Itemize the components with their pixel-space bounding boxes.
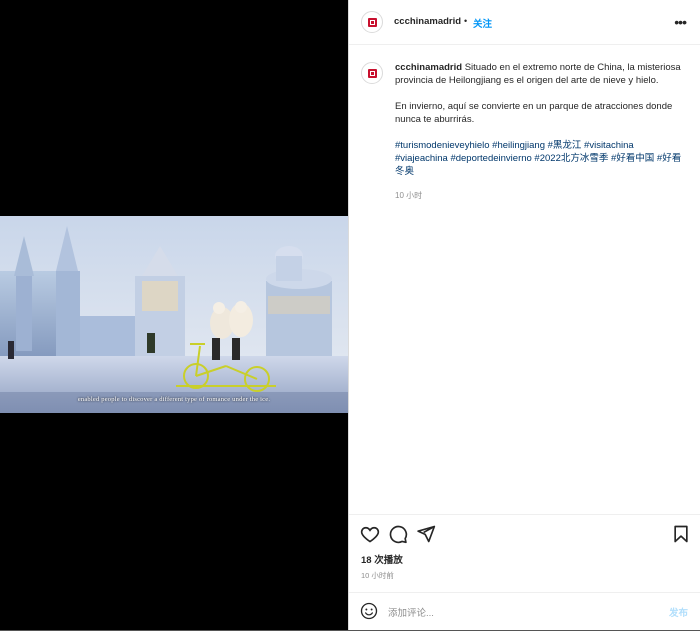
heart-icon[interactable]: [360, 524, 380, 544]
caption-paragraph-1: ccchinamadrid Situado en el extremo nort…: [395, 61, 687, 87]
post-header: ccchinamadrid • 关注 •••: [349, 0, 700, 45]
post-sidebar: ccchinamadrid • 关注 ••• ccchinamadrid Sit…: [348, 0, 700, 630]
caption-text-2: En invierno, aquí se convierte en un par…: [395, 101, 673, 125]
post-modal: enabled people to discover a different t…: [0, 0, 700, 630]
video-frame: [0, 216, 348, 413]
action-bar: [349, 514, 700, 551]
emoji-icon[interactable]: [360, 602, 378, 620]
post-time: 10 小时前: [361, 571, 394, 580]
hashtags[interactable]: #turismodenieveyhielo #heilingjiang #黑龙江…: [395, 139, 687, 178]
comment-input[interactable]: 添加评论...: [388, 605, 434, 619]
video-subtitle: enabled people to discover a different t…: [77, 396, 271, 403]
follow-button[interactable]: 关注: [473, 16, 492, 30]
caption-time: 10 小时: [395, 191, 423, 200]
caption: ccchinamadrid Situado en el extremo nort…: [395, 61, 687, 202]
more-options-icon[interactable]: •••: [674, 14, 687, 30]
share-icon[interactable]: [416, 524, 436, 544]
media-panel: enabled people to discover a different t…: [0, 0, 348, 630]
comment-bar: 添加评论... 发布: [349, 592, 700, 631]
post-comment-button[interactable]: 发布: [669, 605, 688, 619]
separator-dot: •: [464, 16, 468, 26]
caption-avatar[interactable]: [361, 62, 383, 84]
video-player[interactable]: enabled people to discover a different t…: [0, 216, 348, 413]
comment-icon[interactable]: [388, 524, 408, 544]
bookmark-icon[interactable]: [671, 524, 691, 544]
caption-username[interactable]: ccchinamadrid: [395, 62, 462, 73]
view-count[interactable]: 18 次播放: [361, 552, 403, 566]
header-username[interactable]: ccchinamadrid: [394, 16, 461, 27]
avatar[interactable]: [361, 11, 383, 33]
